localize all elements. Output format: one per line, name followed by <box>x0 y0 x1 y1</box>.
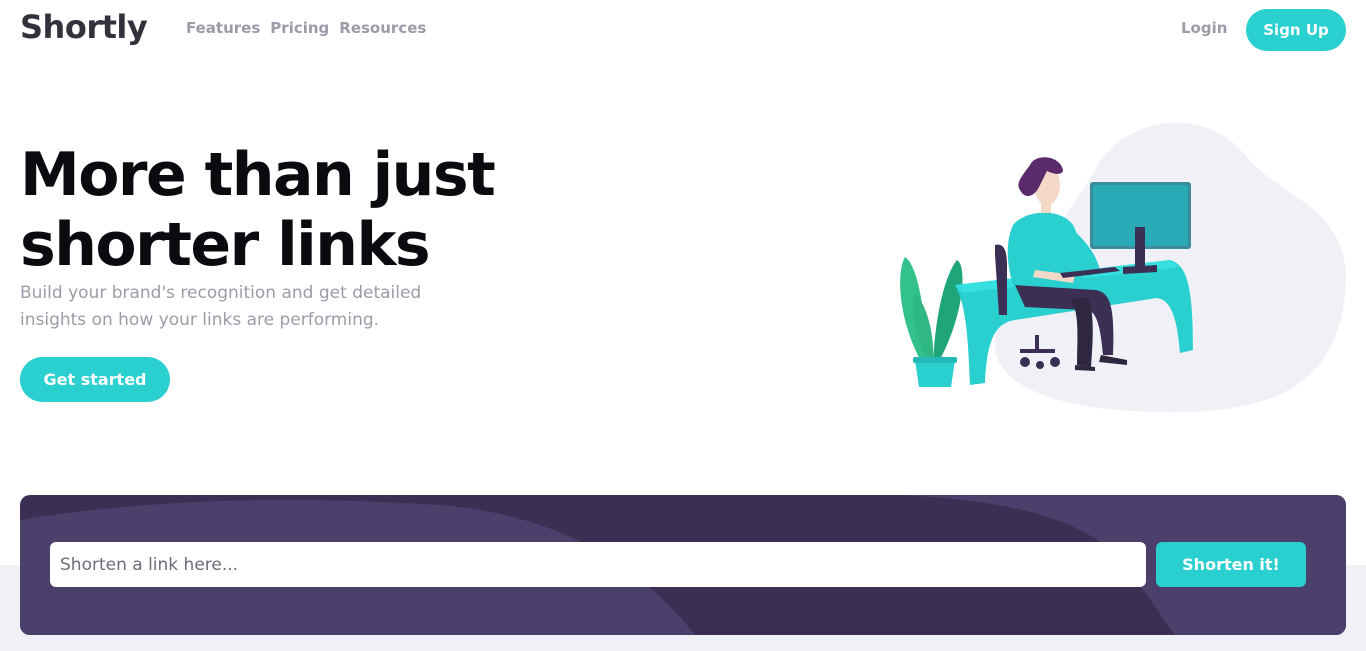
logo[interactable]: Shortly <box>20 8 148 46</box>
nav-pricing[interactable]: Pricing <box>270 19 329 37</box>
hero-title: More than just shorter links <box>20 140 580 280</box>
site-header: Shortly Features Pricing Resources Login… <box>0 0 1366 60</box>
shorten-it-button[interactable]: Shorten it! <box>1156 542 1306 587</box>
login-link[interactable]: Login <box>1181 19 1227 37</box>
hero-subtitle: Build your brand's recognition and get d… <box>20 283 422 330</box>
hero-title-line-1: More than just <box>20 140 496 210</box>
hero-title-line-2: shorter links <box>20 210 431 280</box>
shorten-link-input[interactable] <box>50 542 1146 587</box>
nav-features[interactable]: Features <box>186 19 260 37</box>
get-started-button[interactable]: Get started <box>20 357 170 402</box>
signup-button[interactable]: Sign Up <box>1246 9 1346 51</box>
main-nav: Features Pricing Resources <box>186 19 426 37</box>
nav-resources[interactable]: Resources <box>339 19 426 37</box>
person-working-illustration <box>900 122 1346 413</box>
shorten-panel: Shorten it! <box>20 495 1346 635</box>
